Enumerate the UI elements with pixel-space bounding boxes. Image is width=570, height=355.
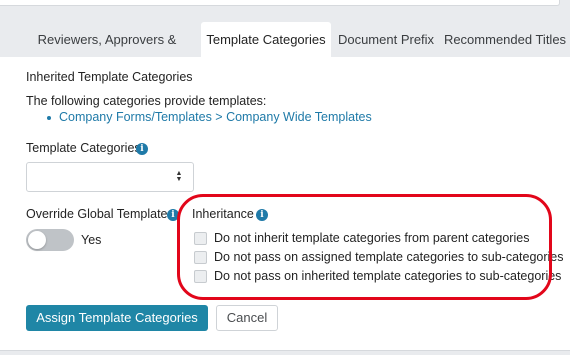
tab-document-prefix[interactable]: Document Prefix xyxy=(331,22,441,57)
tab-reviewers-approvers-notifiers[interactable]: Reviewers, Approvers & Notifiers xyxy=(14,22,200,82)
list-bullet xyxy=(47,116,51,120)
tab-template-categories[interactable]: Template Categories xyxy=(201,22,331,57)
template-categories-panel: Inherited Template Categories The follow… xyxy=(0,57,570,351)
assign-template-categories-button[interactable]: Assign Template Categories xyxy=(26,305,208,331)
inherited-category-link[interactable]: Company Forms/Templates > Company Wide T… xyxy=(59,110,372,124)
tab-bar: Reviewers, Approvers & Notifiers Templat… xyxy=(0,22,570,82)
toggle-state-label: Yes xyxy=(81,233,102,247)
cancel-button[interactable]: Cancel xyxy=(216,305,278,331)
override-toggle[interactable] xyxy=(26,229,74,251)
toggle-knob xyxy=(28,231,46,249)
inherited-intro: The following categories provide templat… xyxy=(26,94,267,108)
tab-recommended-titles[interactable]: Recommended Titles xyxy=(443,22,567,57)
previous-panel-edge xyxy=(0,0,560,6)
inherited-heading: Inherited Template Categories xyxy=(26,70,193,84)
template-categories-select[interactable]: ▲ ▼ xyxy=(26,162,194,192)
override-label: Override Global Templates xyxy=(26,207,174,221)
info-icon[interactable]: i xyxy=(136,143,148,155)
select-arrows-icon: ▲ ▼ xyxy=(175,170,183,183)
template-categories-label: Template Categories xyxy=(26,141,141,155)
highlight-annotation xyxy=(177,194,552,300)
